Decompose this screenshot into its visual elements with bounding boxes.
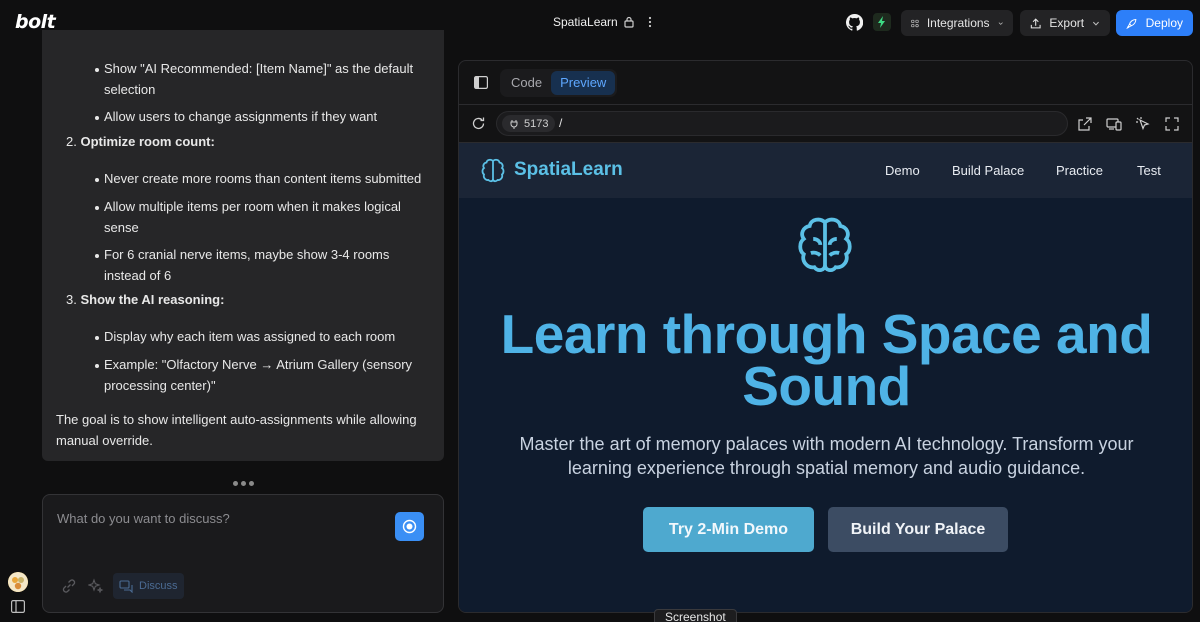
chat-bullet: Allow users to change assignments if the… [104, 109, 378, 124]
chat-bullet: Never create more rooms than content ite… [104, 171, 422, 186]
bolt-action-button[interactable] [873, 13, 891, 31]
discuss-label: Discuss [139, 580, 178, 592]
upload-icon [1030, 17, 1041, 28]
view-switcher: Code Preview [500, 69, 618, 97]
port-selector[interactable]: 5173 [502, 115, 556, 132]
deploy-label: Deploy [1145, 16, 1183, 30]
tab-code[interactable]: Code [502, 71, 551, 95]
url-input[interactable]: 5173 / [496, 111, 1068, 136]
section-heading: 3. Show the AI reasoning: [66, 292, 224, 307]
discuss-button[interactable]: Discuss [113, 573, 184, 599]
chevron-down-icon [998, 21, 1003, 25]
chat-bullet: Show "AI Recommended: [Item Name]" as th… [104, 61, 414, 97]
reload-icon[interactable] [471, 116, 486, 131]
export-button[interactable]: Export [1020, 10, 1110, 36]
record-icon [402, 519, 417, 534]
tab-preview[interactable]: Preview [551, 71, 616, 95]
site-navbar: SpatiaLearn Demo Build Palace Practice T… [459, 143, 1192, 198]
site-brand[interactable]: SpatiaLearn [514, 159, 623, 181]
integrations-icon [911, 19, 919, 27]
chat-bullet: For 6 cranial nerve items, maybe show 3-… [104, 247, 390, 283]
chat-input-placeholder[interactable]: What do you want to discuss? [57, 511, 230, 526]
attach-link-icon[interactable] [61, 578, 77, 594]
bullet-dot [95, 254, 99, 258]
send-button[interactable] [395, 512, 424, 541]
url-path[interactable]: / [559, 116, 562, 130]
nav-link-practice[interactable]: Practice [1056, 163, 1103, 178]
more-options-icon[interactable] [643, 13, 657, 31]
port-number: 5173 [524, 117, 549, 130]
preview-panel: Code Preview 5173 / SpatiaLearn Demo Bui… [458, 60, 1193, 613]
brain-icon[interactable] [479, 157, 507, 185]
section-title: Optimize room count: [80, 134, 215, 149]
chat-bullet: Display why each item was assigned to ea… [104, 329, 396, 344]
chat-bullet: Allow multiple items per room when it ma… [104, 199, 401, 235]
nav-link-demo[interactable]: Demo [885, 163, 920, 178]
bullet-dot [95, 336, 99, 340]
site-preview: SpatiaLearn Demo Build Palace Practice T… [459, 143, 1192, 612]
bullet-dot [95, 178, 99, 182]
section-heading: 2. Optimize room count: [66, 134, 215, 149]
integrations-button[interactable]: Integrations [901, 10, 1013, 36]
integrations-label: Integrations [926, 16, 990, 30]
build-palace-button[interactable]: Build Your Palace [828, 507, 1008, 552]
panel-toggle-icon[interactable] [474, 76, 488, 89]
loading-dots [233, 481, 254, 486]
section-number: 3. [66, 292, 77, 307]
bullet-dot [95, 364, 99, 368]
fullscreen-icon[interactable] [1164, 116, 1180, 132]
chat-bubbles-icon [119, 579, 133, 593]
plug-icon [510, 119, 518, 129]
sidebar-toggle-icon[interactable] [11, 600, 25, 613]
devices-icon[interactable] [1106, 116, 1122, 132]
rocket-icon [1126, 18, 1137, 29]
nav-link-test[interactable]: Test [1137, 163, 1161, 178]
screenshot-tab[interactable]: Screenshot [654, 609, 737, 622]
chevron-down-icon [1093, 21, 1100, 26]
chat-input-box[interactable]: What do you want to discuss? Discuss [42, 494, 444, 613]
preview-url-bar: 5173 / [459, 105, 1192, 143]
project-title[interactable]: SpatiaLearn [553, 15, 634, 29]
open-external-icon[interactable] [1077, 116, 1093, 132]
chat-closing: The goal is to show intelligent auto-ass… [56, 412, 417, 448]
user-avatar[interactable] [8, 572, 28, 592]
lightning-icon [878, 16, 885, 28]
project-name: SpatiaLearn [553, 15, 618, 29]
chat-bullet: Example: "Olfactory Nerve → Atrium Galle… [104, 357, 413, 393]
sparkles-icon[interactable] [88, 578, 104, 594]
section-title: Show the AI reasoning: [80, 292, 225, 307]
lock-icon [624, 16, 634, 28]
inspect-cursor-icon[interactable] [1135, 116, 1151, 132]
bullet-dot [95, 206, 99, 210]
chat-message: Show "AI Recommended: [Item Name]" as th… [42, 30, 444, 461]
nav-link-build-palace[interactable]: Build Palace [952, 163, 1024, 178]
section-number: 2. [66, 134, 77, 149]
hero-subtitle: Master the art of memory palaces with mo… [519, 434, 1134, 478]
hero-title: Learn through Space and Sound [500, 303, 1153, 417]
preview-tabs-bar: Code Preview [459, 61, 1192, 105]
bullet-dot [95, 68, 99, 72]
deploy-button[interactable]: Deploy [1116, 10, 1193, 36]
try-demo-button[interactable]: Try 2-Min Demo [643, 507, 814, 552]
github-icon[interactable] [846, 14, 863, 31]
export-label: Export [1049, 16, 1085, 30]
brain-icon [798, 217, 852, 272]
bullet-dot [95, 116, 99, 120]
